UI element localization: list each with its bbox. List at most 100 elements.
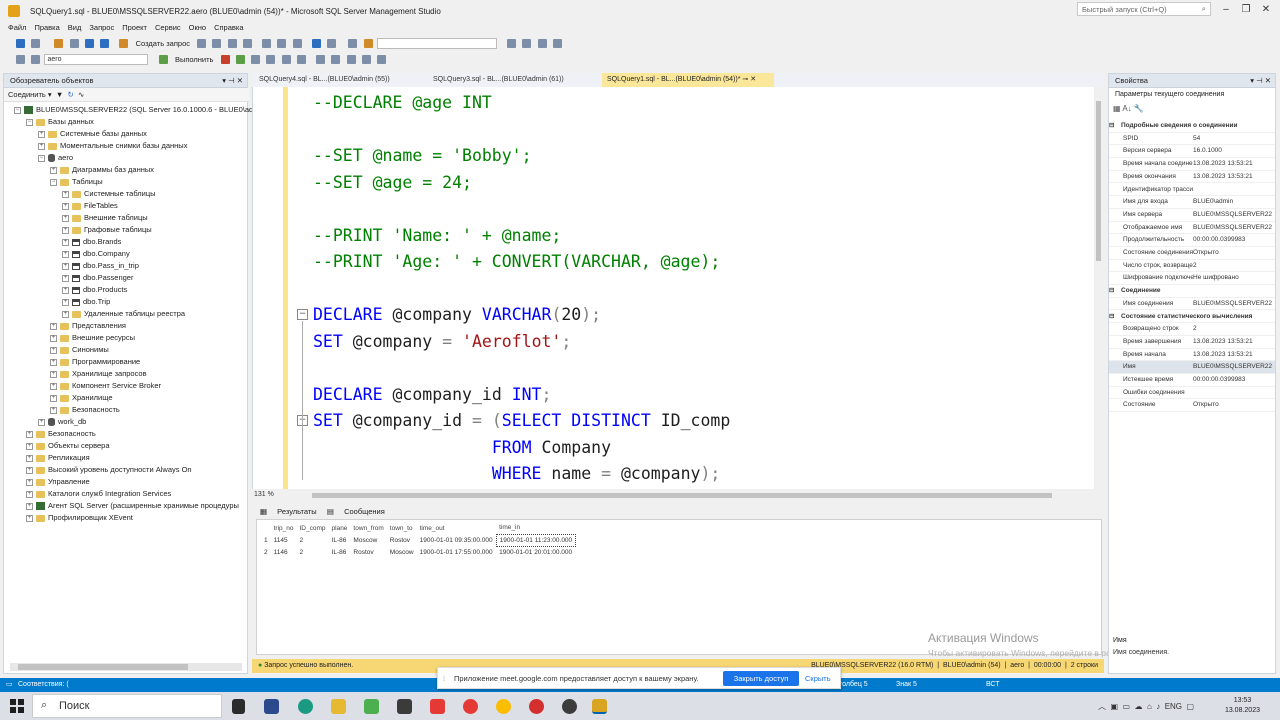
- new-project-icon[interactable]: [54, 39, 64, 48]
- cancel-query-icon[interactable]: [220, 55, 230, 64]
- property-row[interactable]: Ошибки соединения: [1109, 387, 1275, 400]
- new-query-icon[interactable]: [119, 39, 129, 48]
- stop-sharing-button[interactable]: Закрыть доступ: [723, 671, 799, 686]
- back-icon[interactable]: [16, 39, 25, 48]
- tray-meet-icon[interactable]: ▭: [1122, 702, 1130, 711]
- property-row[interactable]: Время окончания 13.08.2023 13:53:21: [1109, 171, 1275, 184]
- table-cell[interactable]: IL-86: [329, 546, 351, 558]
- table-cell[interactable]: Moscow: [350, 534, 386, 546]
- comment-icon[interactable]: [316, 55, 326, 64]
- yandex-browser-icon[interactable]: [529, 699, 544, 714]
- menu-item-2[interactable]: Вид: [68, 22, 82, 33]
- indent-icon[interactable]: [346, 55, 356, 64]
- table-row[interactable]: 2 1146 2 IL-86 Rostov Moscow 1900-01-01 17:55:…: [261, 546, 576, 558]
- table-cell[interactable]: 1146: [271, 546, 297, 558]
- query-icon-2[interactable]: [212, 39, 222, 48]
- tree-node[interactable]: + Диаграммы баз данных: [4, 164, 249, 176]
- tree-node[interactable]: − Таблицы: [4, 176, 249, 188]
- expand-icon[interactable]: +: [26, 514, 33, 522]
- table-cell[interactable]: Rostov: [387, 534, 417, 546]
- query-icon-3[interactable]: [227, 39, 237, 48]
- table-cell[interactable]: 2: [261, 546, 271, 558]
- find-combo[interactable]: [376, 38, 497, 49]
- expand-icon[interactable]: +: [62, 214, 69, 222]
- close-button[interactable]: ✕: [1259, 3, 1273, 17]
- table-cell[interactable]: 1: [261, 534, 271, 546]
- tree-node[interactable]: + Синонимы: [4, 344, 249, 356]
- expand-icon[interactable]: +: [62, 226, 69, 234]
- results-grid-icon[interactable]: [266, 55, 276, 64]
- tree-node[interactable]: + Управление: [4, 476, 249, 488]
- tree-node[interactable]: + Высокий уровень доступности Always On: [4, 464, 249, 476]
- tree-node[interactable]: + Внешние таблицы: [4, 212, 249, 224]
- taskbar-app-1-icon[interactable]: [264, 699, 279, 714]
- tray-chat-icon[interactable]: ▢: [1186, 702, 1194, 711]
- property-row[interactable]: Время начала соединения13.08.2023 13:53:…: [1109, 158, 1275, 171]
- edge-icon[interactable]: [298, 699, 313, 714]
- query-editor[interactable]: --DECLARE @age INT --SET @name = 'Bobby';…: [252, 87, 1104, 489]
- query-icon-4[interactable]: [242, 39, 252, 48]
- collapse-icon[interactable]: −: [38, 154, 45, 162]
- table-cell[interactable]: 1900-01-01 17:55:00.000: [417, 546, 497, 558]
- expand-icon[interactable]: +: [50, 166, 57, 174]
- tree-node[interactable]: − Базы данных: [4, 116, 249, 128]
- table-cell[interactable]: Rostov: [350, 546, 386, 558]
- property-row[interactable]: Шифрование подключенияНе шифровано: [1109, 272, 1275, 286]
- tab-messages[interactable]: ▤ Сообщения: [327, 505, 385, 519]
- outdent-icon[interactable]: [361, 55, 371, 64]
- property-row[interactable]: Продолжительность 00:00:00.0399983: [1109, 234, 1275, 247]
- column-header[interactable]: trip_no: [271, 522, 297, 534]
- table-row[interactable]: 1 1145 2 IL-86 Moscow Rostov 1900-01-01 09:35:…: [261, 533, 577, 547]
- change-connection-icon[interactable]: [31, 55, 41, 64]
- property-row[interactable]: Имя соединения BLUE0\MSSQLSERVER22: [1109, 298, 1275, 311]
- refresh-icon[interactable]: ↻: [67, 90, 73, 99]
- expand-icon[interactable]: +: [62, 238, 69, 246]
- property-row[interactable]: Время завершения 13.08.2023 13:53:21: [1109, 336, 1275, 349]
- expand-icon[interactable]: +: [50, 322, 57, 330]
- query-icon-1[interactable]: [197, 39, 207, 48]
- expand-icon[interactable]: +: [26, 490, 33, 498]
- chrome-icon[interactable]: [496, 699, 511, 714]
- tree-node[interactable]: + Безопасность: [4, 404, 249, 416]
- table-cell[interactable]: 2: [297, 546, 329, 558]
- properties-object-combo[interactable]: Параметры текущего соединения: [1109, 88, 1275, 102]
- specify-values-icon[interactable]: [377, 55, 387, 64]
- taskbar-clock[interactable]: 13:53 13.08.2023: [1225, 696, 1260, 716]
- filter-icon[interactable]: ▼: [56, 90, 63, 99]
- categorized-icon[interactable]: ▦: [1113, 104, 1121, 113]
- tree-node[interactable]: + Внешние ресурсы: [4, 332, 249, 344]
- find-icon[interactable]: [363, 39, 373, 48]
- tree-node[interactable]: + dbo.Trip: [4, 296, 249, 308]
- alphabetical-icon[interactable]: A↓: [1122, 104, 1131, 113]
- expand-icon[interactable]: +: [62, 310, 69, 318]
- tray-chevron-icon[interactable]: ︿: [1098, 702, 1106, 711]
- ssms-taskbar-icon[interactable]: [592, 699, 607, 714]
- table-cell[interactable]: IL-86: [329, 534, 351, 546]
- window-icon[interactable]: [552, 39, 562, 48]
- debug-icon[interactable]: [348, 39, 358, 48]
- editor-vertical-scrollbar[interactable]: [1094, 87, 1104, 489]
- expand-icon[interactable]: +: [38, 130, 45, 138]
- minimize-button[interactable]: –: [1219, 3, 1233, 17]
- solution-explorer-icon[interactable]: [507, 39, 517, 48]
- taskbar-app-dark-icon[interactable]: [397, 699, 412, 714]
- tree-node[interactable]: + Каталоги служб Integration Services: [4, 488, 249, 500]
- expand-icon[interactable]: +: [62, 274, 69, 282]
- tree-node[interactable]: + FileTables: [4, 200, 249, 212]
- results-file-icon[interactable]: [296, 55, 306, 64]
- collapse-icon[interactable]: −: [14, 106, 21, 114]
- fold-toggle-icon[interactable]: −: [297, 309, 308, 320]
- tree-node[interactable]: + Программирование: [4, 356, 249, 368]
- maximize-button[interactable]: ❐: [1239, 3, 1253, 17]
- yandex-icon[interactable]: [430, 699, 445, 714]
- panel-controls-icon[interactable]: ▾ ⊣ ✕: [1250, 74, 1271, 87]
- property-row[interactable]: Версия сервера 16.0.1000: [1109, 145, 1275, 159]
- expand-icon[interactable]: +: [50, 358, 57, 366]
- tray-network-icon[interactable]: ⌂: [1147, 702, 1152, 711]
- tree-node[interactable]: + dbo.Products: [4, 284, 249, 296]
- paste-icon[interactable]: [292, 39, 302, 48]
- tree-node[interactable]: + Удаленные таблицы реестра: [4, 308, 249, 320]
- property-row[interactable]: Возвращено строк 2: [1109, 323, 1275, 336]
- tree-node[interactable]: + Безопасность: [4, 428, 249, 440]
- property-row[interactable]: Имя для входа BLUE0\admin: [1109, 196, 1275, 209]
